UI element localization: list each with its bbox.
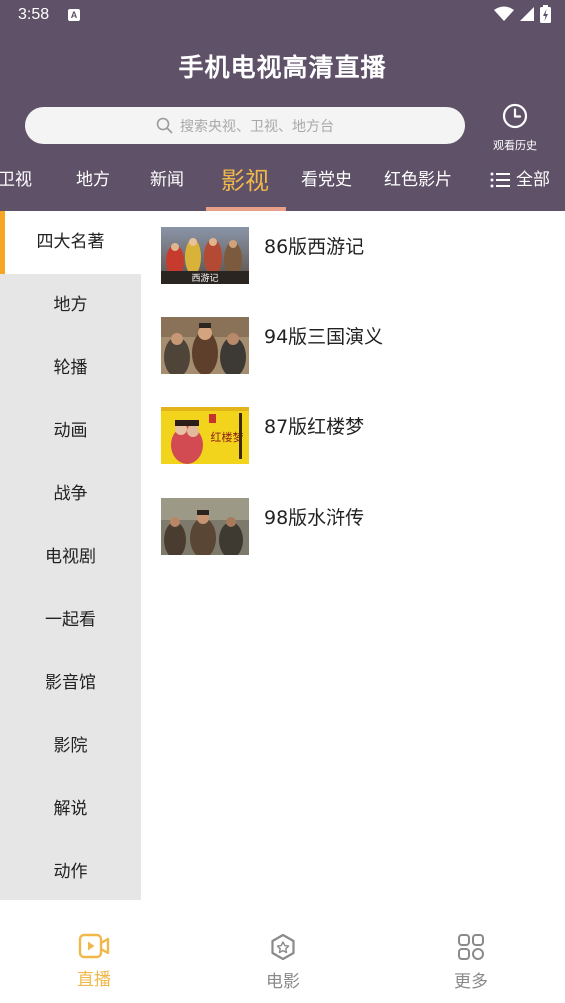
sidebar-active-marker (0, 211, 5, 274)
history-label: 观看历史 (493, 139, 537, 152)
sidebar-item-commentary[interactable]: 解说 (0, 778, 141, 841)
thumb-caption: 西游记 (191, 272, 218, 284)
sidebar-item-four-classics[interactable]: 四大名著 (0, 211, 141, 274)
active-tab-underline (206, 207, 286, 211)
tab-film-tv[interactable]: 影视 (221, 158, 269, 211)
item-title: 94版三国演义 (264, 326, 384, 348)
sidebar-item-tv-series[interactable]: 电视剧 (0, 526, 141, 589)
nav-live-label: 直播 (77, 970, 111, 990)
apps-grid-icon (458, 934, 484, 960)
item-title: 98版水浒传 (264, 507, 365, 529)
status-bar: 3:58 A (0, 0, 565, 32)
live-video-icon (78, 933, 110, 959)
nav-more-label: 更多 (454, 972, 488, 992)
tab-news[interactable]: 新闻 (150, 158, 184, 211)
status-time: 3:58 (18, 6, 50, 23)
sidebar-item-watch-together[interactable]: 一起看 (0, 589, 141, 652)
search-placeholder: 搜索央视、卫视、地方台 (180, 118, 334, 135)
watch-history-button[interactable]: 观看历史 (488, 103, 542, 153)
list-menu-icon (490, 172, 510, 188)
list-item[interactable]: 98版水浒传 (160, 498, 560, 558)
item-title: 87版红楼梦 (264, 416, 365, 438)
list-item[interactable]: 94版三国演义 (160, 317, 560, 377)
tab-party-history[interactable]: 看党史 (301, 158, 352, 211)
bottom-navigation: 直播 电影 更多 (0, 900, 565, 1003)
red-mansions-thumbnail: 红楼梦 (161, 407, 249, 464)
sidebar-item-animation[interactable]: 动画 (0, 400, 141, 463)
clock-icon (502, 103, 528, 129)
signal-icon (520, 7, 534, 21)
sidebar-item-label: 四大名著 (36, 232, 105, 252)
notification-a-icon: A (68, 9, 80, 21)
tab-local[interactable]: 地方 (76, 158, 110, 211)
tab-red-films[interactable]: 红色影片 (384, 158, 452, 211)
journey-west-thumbnail: 西游记 (161, 227, 249, 284)
list-item[interactable]: 西游记 86版西游记 (160, 227, 560, 287)
battery-charging-icon (540, 5, 551, 23)
item-title: 86版西游记 (264, 236, 365, 258)
nav-movies[interactable]: 电影 (243, 933, 323, 992)
category-tabs: 卫视 地方 新闻 影视 看党史 红色影片 全部 (0, 158, 565, 211)
list-item[interactable]: 红楼梦 87版红楼梦 (160, 407, 560, 467)
search-input[interactable]: 搜索央视、卫视、地方台 (25, 107, 465, 144)
tab-all-button[interactable]: 全部 (490, 158, 550, 202)
sidebar-item-action[interactable]: 动作 (0, 841, 141, 904)
sidebar-item-cinema[interactable]: 影院 (0, 715, 141, 778)
wifi-icon (494, 6, 514, 21)
nav-movies-label: 电影 (266, 972, 300, 992)
search-icon (156, 117, 173, 134)
category-sidebar: 四大名著 地方 轮播 动画 战争 电视剧 一起看 影音馆 影院 解说 动作 (0, 211, 141, 900)
status-icons (494, 5, 551, 23)
sidebar-item-carousel[interactable]: 轮播 (0, 337, 141, 400)
sidebar-item-av-hall[interactable]: 影音馆 (0, 652, 141, 715)
nav-live[interactable]: 直播 (54, 933, 134, 990)
nav-more[interactable]: 更多 (431, 933, 511, 992)
sidebar-item-war[interactable]: 战争 (0, 463, 141, 526)
app-title: 手机电视高清直播 (178, 53, 387, 82)
movie-badge-icon (271, 933, 295, 961)
water-margin-thumbnail (161, 498, 249, 555)
app-header: 3:58 A 手机电视高清直播 搜索央视、卫视、地方台 观看历史 卫视 地方 新… (0, 0, 565, 211)
thumb-caption: 红楼梦 (211, 430, 244, 444)
tab-satellite[interactable]: 卫视 (0, 158, 32, 211)
three-kingdoms-thumbnail (161, 317, 249, 374)
sidebar-item-local[interactable]: 地方 (0, 274, 141, 337)
tab-all-label: 全部 (516, 170, 550, 190)
